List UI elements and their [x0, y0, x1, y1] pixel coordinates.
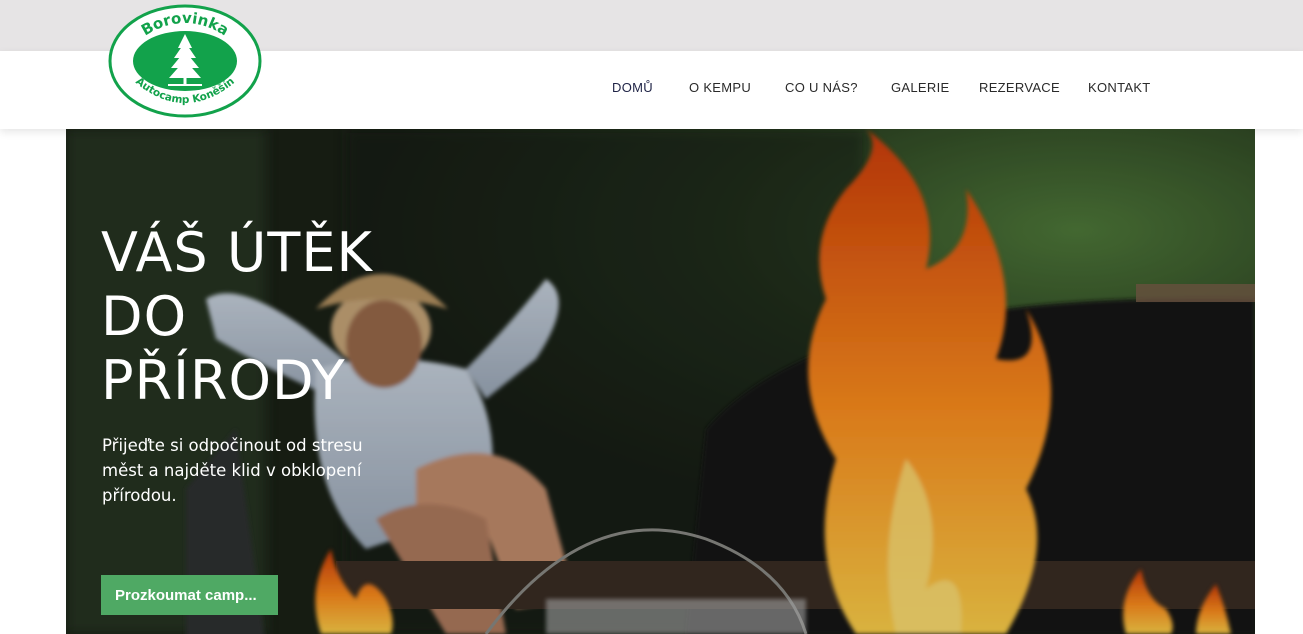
hero-banner: VÁŠ ÚTĚK DO PŘÍRODY Přijeďte si odpočino… — [66, 129, 1255, 634]
nav-item-rezervace[interactable]: REZERVACE — [979, 80, 1060, 95]
hero-title: VÁŠ ÚTĚK DO PŘÍRODY — [101, 221, 373, 413]
nav-item-o-kempu[interactable]: O KEMPU — [689, 80, 751, 95]
nav-item-domu[interactable]: DOMŮ — [612, 80, 653, 95]
nav-item-galerie[interactable]: GALERIE — [891, 80, 949, 95]
nav-item-co-u-nas[interactable]: CO U NÁS? — [785, 80, 858, 95]
hero-title-line: DO — [101, 285, 188, 348]
explore-camp-button[interactable]: Prozkoumat camp... — [101, 575, 278, 615]
site-logo[interactable]: Borovinka Autocamp Koněšín — [108, 4, 262, 118]
hero-subtitle: Přijeďte si odpočinout od stresu měst a … — [102, 436, 363, 505]
hero-title-line: PŘÍRODY — [101, 349, 346, 412]
nav-item-kontakt[interactable]: KONTAKT — [1088, 80, 1151, 95]
hero-title-line: VÁŠ ÚTĚK — [101, 221, 373, 284]
